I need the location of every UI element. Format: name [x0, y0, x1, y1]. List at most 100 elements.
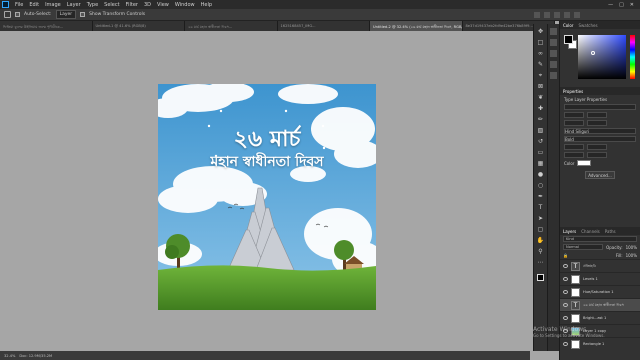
more-tools-icon[interactable]: ⋯	[537, 259, 545, 267]
tab-color[interactable]: Color	[563, 23, 573, 28]
layer-row-selected[interactable]: T ২৬ মার্চ মহান স্বাধীনতা দিবস	[560, 298, 640, 311]
history-icon[interactable]	[550, 28, 557, 35]
document-tab[interactable]: ফিতিমা বুলের উইলিয়াম জন্মে পৃথিবীকে...	[0, 21, 93, 31]
zoom-level[interactable]: 32.4%	[4, 354, 15, 358]
character-icon[interactable]	[550, 50, 557, 57]
lock-icon[interactable]: 🔒	[563, 253, 568, 258]
color-field[interactable]	[578, 35, 626, 79]
eraser-tool-icon[interactable]: ▭	[537, 149, 545, 157]
menu-filter[interactable]: Filter	[123, 2, 141, 8]
visibility-eye-icon[interactable]	[563, 342, 568, 346]
layer-kind-filter[interactable]: Kind	[563, 236, 637, 242]
y-field[interactable]	[587, 120, 607, 126]
kerning-field[interactable]	[587, 152, 607, 158]
type-tool-icon[interactable]: T	[537, 204, 545, 212]
document-tab[interactable]: 1625168457_IMG...	[277, 21, 370, 31]
font-style-field[interactable]: Bold	[564, 136, 636, 142]
document-tab[interactable]: ২৬ মার্চ মহান স্বাধীনতা দিবস...	[185, 21, 278, 31]
document-tab-active[interactable]: Untitled-2 @ 32.4% (২৬ মার্চ মহান স্বাধী…	[370, 21, 463, 31]
visibility-eye-icon[interactable]	[563, 303, 568, 307]
menu-layer[interactable]: Layer	[64, 2, 84, 8]
more-options-icon[interactable]	[574, 11, 580, 18]
menu-window[interactable]: Window	[172, 2, 198, 8]
align-right-icon[interactable]	[554, 11, 560, 18]
zoom-tool-icon[interactable]: ⚲	[537, 248, 545, 256]
align-center-icon[interactable]	[544, 11, 550, 18]
foreground-color-swatch[interactable]	[537, 274, 544, 281]
x-field[interactable]	[564, 120, 584, 126]
show-transform-checkbox[interactable]	[80, 12, 86, 17]
menu-select[interactable]: Select	[101, 2, 122, 8]
hue-slider[interactable]	[630, 35, 635, 79]
font-family-field[interactable]: Hind Siliguri	[564, 128, 636, 134]
tab-swatches[interactable]: Swatches	[578, 23, 597, 28]
gradient-tool-icon[interactable]: ▦	[537, 160, 545, 168]
advanced-button[interactable]: Advanced...	[585, 171, 615, 179]
text-color-swatch[interactable]	[577, 160, 592, 166]
healing-tool-icon[interactable]: ✚	[537, 105, 545, 113]
align-left-icon[interactable]	[534, 11, 540, 18]
paragraph-icon[interactable]	[550, 61, 557, 68]
minimize-icon[interactable]: —	[608, 2, 613, 8]
layer-row[interactable]: Bright...ast 1	[560, 311, 640, 324]
font-size-field[interactable]	[564, 144, 584, 150]
transform-field[interactable]	[564, 104, 636, 110]
layer-row[interactable]: Levels 1	[560, 272, 640, 285]
close-icon[interactable]: ✕	[630, 2, 634, 8]
menu-image[interactable]: Image	[42, 2, 64, 8]
visibility-eye-icon[interactable]	[563, 316, 568, 320]
layer-row[interactable]: T প্রতিচ্ছবি	[560, 259, 640, 272]
crop-tool-icon[interactable]: ⌖	[537, 72, 545, 80]
layer-row[interactable]: Hue/Saturation 1	[560, 285, 640, 298]
document-tab[interactable]: Untitled-1 @ 41.6% (RGB/8)	[92, 21, 185, 31]
history-brush-tool-icon[interactable]: ↺	[537, 138, 545, 146]
width-field[interactable]	[564, 112, 584, 118]
menu-edit[interactable]: Edit	[26, 2, 42, 8]
maximize-icon[interactable]: □	[619, 2, 624, 8]
eyedropper-tool-icon[interactable]: ❦	[537, 94, 545, 102]
frame-tool-icon[interactable]: ⊠	[537, 83, 545, 91]
shape-tool-icon[interactable]: ▢	[537, 226, 545, 234]
photoshop-logo-icon[interactable]	[2, 1, 9, 8]
document-info[interactable]: Doc: 12.9M/35.2M	[19, 354, 52, 358]
pen-tool-icon[interactable]: ✒	[537, 193, 545, 201]
visibility-eye-icon[interactable]	[563, 264, 568, 268]
layer-row[interactable]: Rectangle 1	[560, 337, 640, 350]
hand-tool-icon[interactable]: ✋	[537, 237, 545, 245]
auto-select-checkbox[interactable]	[15, 12, 20, 17]
distribute-icon[interactable]	[564, 11, 570, 18]
color-picker-handle[interactable]	[591, 51, 595, 55]
brush-tool-icon[interactable]: ✏	[537, 116, 545, 124]
visibility-eye-icon[interactable]	[563, 290, 568, 294]
visibility-eye-icon[interactable]	[563, 277, 568, 281]
path-select-tool-icon[interactable]: ➤	[537, 215, 545, 223]
opacity-value[interactable]: 100%	[626, 245, 637, 250]
marquee-tool-icon[interactable]: □	[537, 39, 545, 47]
tab-layers[interactable]: Layers	[563, 229, 576, 234]
foreground-color-swatch[interactable]	[564, 35, 573, 44]
lasso-tool-icon[interactable]: ∞	[537, 50, 545, 58]
dodge-tool-icon[interactable]: ○	[537, 182, 545, 190]
tab-properties[interactable]: Properties	[563, 89, 583, 94]
menu-view[interactable]: View	[154, 2, 172, 8]
brush-settings-icon[interactable]	[550, 39, 557, 46]
fill-value[interactable]: 100%	[626, 253, 637, 258]
menu-help[interactable]: Help	[198, 2, 215, 8]
blend-mode-select[interactable]: Normal	[563, 244, 604, 250]
libraries-icon[interactable]	[550, 72, 557, 79]
canvas-document[interactable]: ২৬ মার্চ মহান স্বাধীনতা দিবস	[158, 84, 376, 310]
auto-select-dropdown[interactable]: Layer	[55, 10, 77, 19]
quick-select-tool-icon[interactable]: ✎	[537, 61, 545, 69]
move-tool-icon[interactable]: ✥	[537, 28, 545, 36]
tab-channels[interactable]: Channels	[581, 229, 600, 234]
move-tool-icon[interactable]	[4, 11, 11, 18]
clone-stamp-tool-icon[interactable]: ▧	[537, 127, 545, 135]
height-field[interactable]	[587, 112, 607, 118]
menu-3d[interactable]: 3D	[141, 2, 154, 8]
leading-field[interactable]	[587, 144, 607, 150]
tab-paths[interactable]: Paths	[605, 229, 616, 234]
menu-file[interactable]: File	[12, 2, 26, 8]
blur-tool-icon[interactable]: ●	[537, 171, 545, 179]
menu-type[interactable]: Type	[84, 2, 101, 8]
tracking-field[interactable]	[564, 152, 584, 158]
